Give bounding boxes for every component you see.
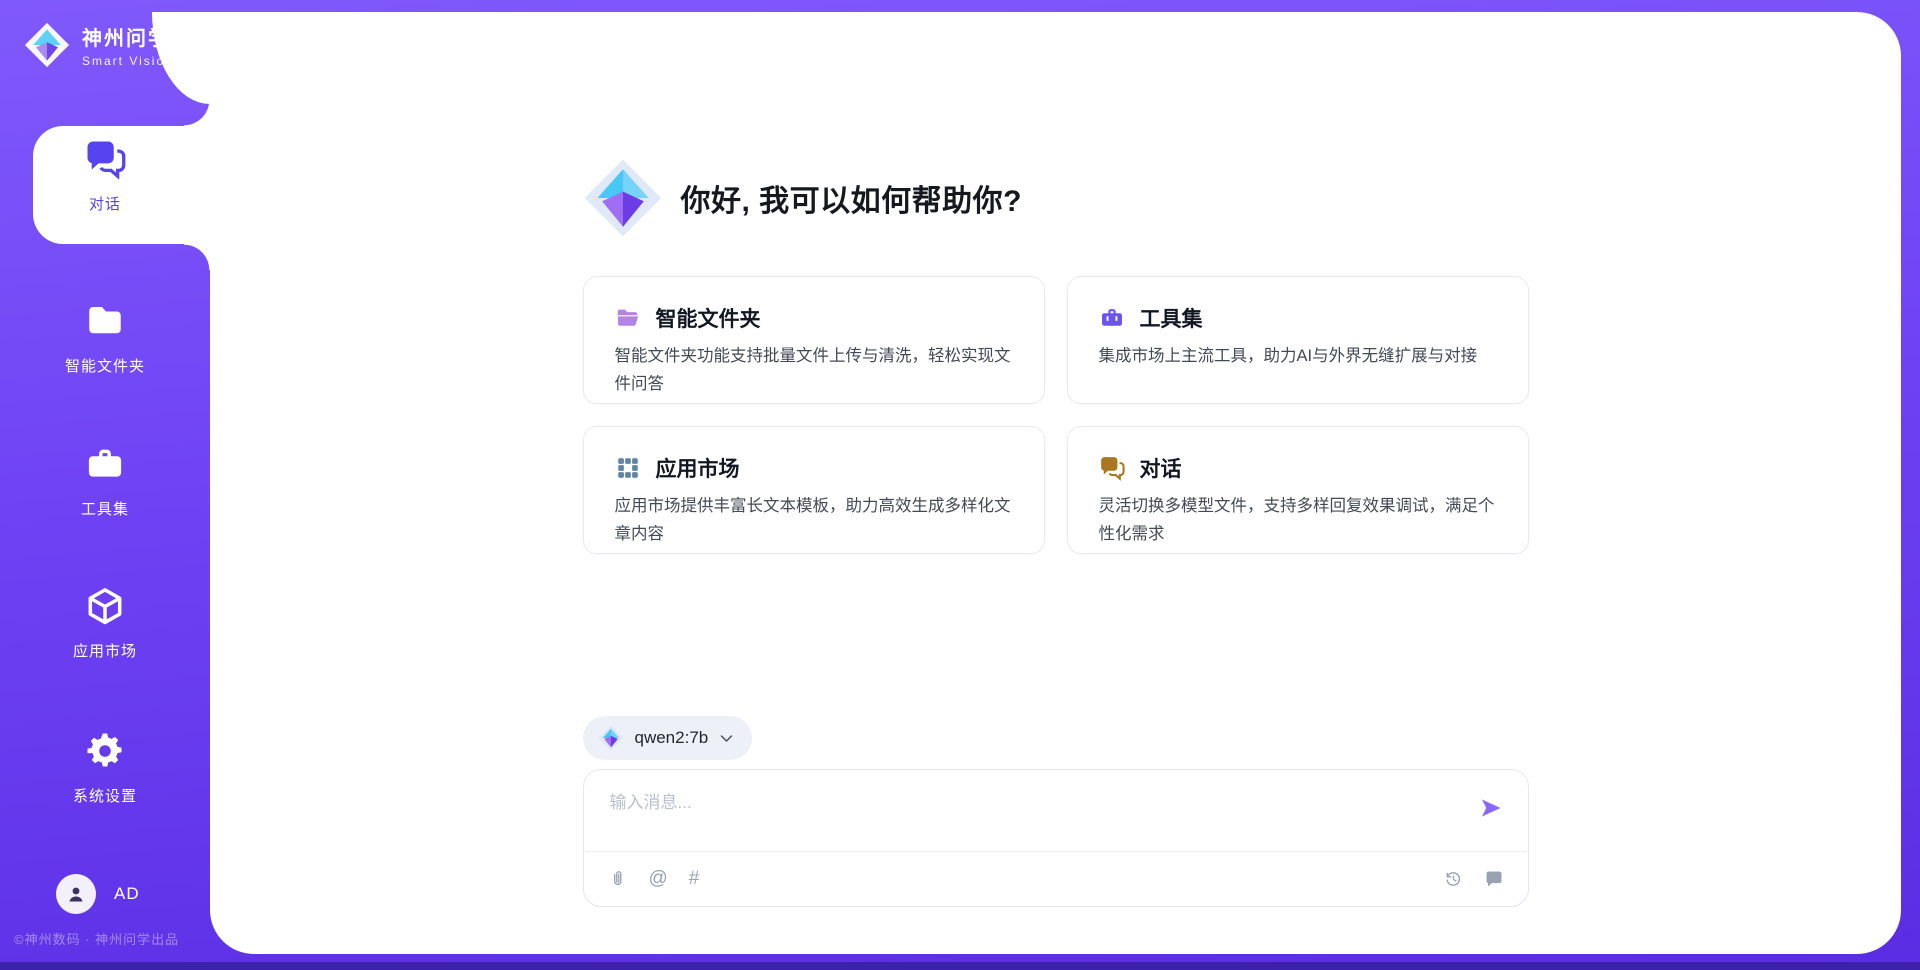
- card-smart-folder[interactable]: 智能文件夹 智能文件夹功能支持批量文件上传与清洗，轻松实现文件问答: [583, 276, 1045, 404]
- bottom-edge-strip: [0, 962, 1920, 970]
- card-app-market[interactable]: 应用市场 应用市场提供丰富长文本模板，助力高效生成多样化文章内容: [583, 426, 1045, 554]
- chat-icon: [84, 138, 126, 180]
- sidebar-item-label: 智能文件夹: [0, 355, 210, 376]
- cube-icon: [84, 585, 126, 627]
- sidebar-item-app-market[interactable]: 应用市场: [0, 585, 210, 661]
- card-chat[interactable]: 对话 灵活切换多模型文件，支持多样回复效果调试，满足个性化需求: [1067, 426, 1529, 554]
- feature-cards: 智能文件夹 智能文件夹功能支持批量文件上传与清洗，轻松实现文件问答 工具集 集成…: [583, 276, 1529, 554]
- chat-icon: [1099, 455, 1125, 481]
- message-input[interactable]: [610, 788, 1458, 845]
- grid-icon: [615, 455, 641, 481]
- card-description: 应用市场提供丰富长文本模板，助力高效生成多样化文章内容: [615, 493, 1014, 548]
- sidebar-item-settings[interactable]: 系统设置: [0, 730, 210, 806]
- sidebar-item-label: 应用市场: [0, 640, 210, 661]
- toolbox-icon: [84, 443, 126, 485]
- card-description: 智能文件夹功能支持批量文件上传与清洗，轻松实现文件问答: [615, 343, 1014, 398]
- card-title: 智能文件夹: [656, 303, 761, 333]
- card-description: 灵活切换多模型文件，支持多样回复效果调试，满足个性化需求: [1099, 493, 1498, 548]
- sidebar-item-chat[interactable]: 对话: [0, 138, 210, 214]
- folder-icon: [84, 300, 126, 342]
- sidebar-item-toolset[interactable]: 工具集: [0, 443, 210, 519]
- chevron-down-icon: [719, 731, 734, 746]
- greeting-row: 你好, 我可以如何帮助你?: [583, 158, 1023, 238]
- sidebar: 神州问学 Smart Vision 对话 智能文件夹 工具集 应用市场 系统设置…: [0, 0, 210, 970]
- mention-icon[interactable]: @: [649, 869, 668, 889]
- brand-logo-icon: [24, 22, 70, 68]
- gear-icon: [84, 730, 126, 772]
- avatar: [56, 874, 96, 914]
- toolbox-icon: [1099, 305, 1125, 331]
- card-title: 工具集: [1140, 303, 1203, 333]
- model-logo-icon: [598, 725, 624, 751]
- hashtag-icon[interactable]: #: [689, 869, 700, 889]
- brand: 神州问学 Smart Vision: [24, 22, 174, 68]
- card-toolset[interactable]: 工具集 集成市场上主流工具，助力AI与外界无缝扩展与对接: [1067, 276, 1529, 404]
- sidebar-item-label: 工具集: [0, 498, 210, 519]
- model-name: qwen2:7b: [635, 728, 709, 748]
- person-icon: [64, 882, 88, 906]
- main-panel: 你好, 我可以如何帮助你? 智能文件夹 智能文件夹功能支持批量文件上传与清洗，轻…: [210, 12, 1901, 954]
- card-title: 应用市场: [656, 453, 740, 483]
- send-icon[interactable]: [1479, 796, 1503, 820]
- sidebar-item-label: 对话: [0, 193, 210, 214]
- model-selector[interactable]: qwen2:7b: [583, 716, 753, 760]
- brand-subtitle: Smart Vision: [82, 54, 174, 68]
- chat-bubble-icon[interactable]: [1484, 869, 1504, 889]
- user-account[interactable]: AD: [56, 874, 140, 914]
- sidebar-footer-text: ©神州数码 · 神州问学出品: [14, 929, 210, 948]
- app-logo-icon: [583, 158, 663, 238]
- brand-name: 神州问学: [82, 22, 174, 51]
- history-icon[interactable]: [1443, 869, 1463, 889]
- folder-open-icon: [615, 305, 641, 331]
- card-description: 集成市场上主流工具，助力AI与外界无缝扩展与对接: [1099, 343, 1498, 371]
- user-name: AD: [114, 884, 140, 904]
- card-title: 对话: [1140, 453, 1182, 483]
- sidebar-item-smart-folder[interactable]: 智能文件夹: [0, 300, 210, 376]
- attachment-icon[interactable]: [608, 869, 628, 889]
- message-composer: @ #: [583, 769, 1529, 907]
- greeting-title: 你好, 我可以如何帮助你?: [681, 176, 1023, 220]
- sidebar-item-label: 系统设置: [0, 785, 210, 806]
